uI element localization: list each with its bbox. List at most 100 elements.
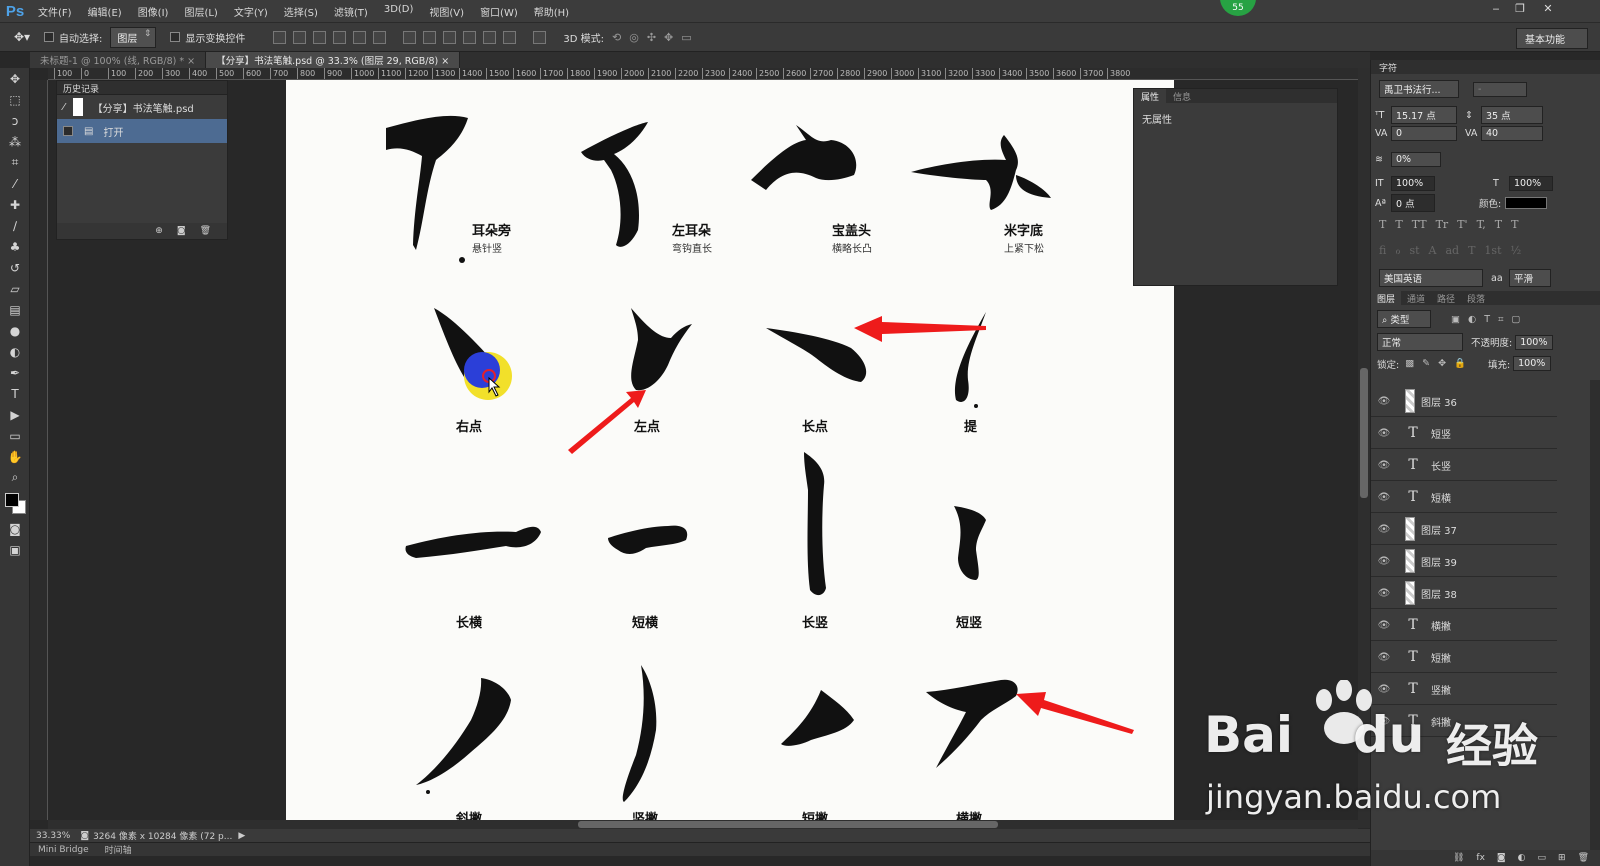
menu-item[interactable]: 窗口(W)	[472, 4, 526, 19]
opentype-contextual-icon[interactable]: ℴ	[1395, 244, 1400, 257]
typo-style-button[interactable]: TT	[1412, 218, 1427, 231]
magic-wand-icon[interactable]: ⁂	[0, 131, 30, 152]
fx-icon[interactable]: fx	[1476, 853, 1485, 863]
visibility-eye-icon[interactable]: 👁	[1371, 524, 1397, 535]
language-dropdown[interactable]: 美国英语	[1379, 269, 1483, 287]
opentype-ordinal-icon[interactable]: T	[1468, 244, 1475, 257]
document-canvas[interactable]: 耳朵旁 悬针竖 左耳朵 弯钩直长 宝盖头 横略长凸 米字底 上紧下松 右点 左点…	[286, 80, 1174, 820]
hand-tool-icon[interactable]: ✋	[0, 446, 30, 467]
auto-select-dropdown[interactable]: 图层	[110, 26, 157, 48]
opacity-field[interactable]: 100%	[1515, 334, 1554, 350]
history-brush-icon[interactable]: ↺	[0, 257, 30, 278]
eyedropper-icon[interactable]: ⁄	[0, 173, 30, 194]
marquee-tool-icon[interactable]: ⬚	[0, 89, 30, 110]
distribute-hcenter-icon[interactable]	[483, 30, 497, 44]
brush-tool-icon[interactable]: ∕	[0, 215, 30, 236]
group-icon[interactable]: ▭	[1538, 853, 1547, 863]
pan-3d-icon[interactable]: ✣	[647, 31, 656, 44]
typo-style-button[interactable]: Tr	[1436, 218, 1449, 231]
layers-scrollbar[interactable]	[1590, 380, 1600, 850]
color-swatches[interactable]	[0, 488, 29, 518]
align-top-icon[interactable]	[273, 30, 287, 44]
tsume-field[interactable]: 0%	[1391, 152, 1441, 167]
leading-field[interactable]: 35 点	[1481, 106, 1543, 124]
vertical-scale-field[interactable]: 100%	[1391, 176, 1435, 191]
layer-row[interactable]: 👁 T 斜撇	[1371, 706, 1557, 737]
visibility-eye-icon[interactable]: 👁	[1371, 460, 1397, 471]
tab-timeline[interactable]: 时间轴	[97, 843, 140, 856]
show-transform-checkbox[interactable]: 显示变换控件	[170, 30, 245, 45]
status-menu-arrow-icon[interactable]: ▶	[232, 831, 251, 841]
typo-style-button[interactable]: T'	[1457, 218, 1467, 231]
tab-mini-bridge[interactable]: Mini Bridge	[30, 845, 97, 855]
menu-item[interactable]: 文件(F)	[30, 4, 80, 19]
tab-properties[interactable]: 属性	[1134, 89, 1167, 103]
menu-item[interactable]: 编辑(E)	[80, 4, 130, 19]
layer-row[interactable]: 👁 T 长竖	[1371, 450, 1557, 481]
layer-row[interactable]: 👁 图层 37	[1371, 514, 1557, 545]
visibility-eye-icon[interactable]: 👁	[1371, 588, 1397, 599]
layer-row[interactable]: 👁 T 短竖	[1371, 418, 1557, 449]
font-style-dropdown[interactable]: -	[1473, 81, 1527, 97]
font-size-field[interactable]: 15.17 点	[1391, 106, 1457, 124]
visibility-eye-icon[interactable]: 👁	[1371, 428, 1397, 439]
typo-style-button[interactable]: T	[1495, 218, 1502, 231]
scale-3d-icon[interactable]: ▭	[681, 31, 691, 44]
visibility-eye-icon[interactable]: 👁	[1371, 556, 1397, 567]
close-icon[interactable]: ×	[441, 56, 449, 67]
antialias-dropdown[interactable]: 平滑	[1509, 269, 1551, 287]
distribute-left-icon[interactable]	[463, 30, 477, 44]
pen-tool-icon[interactable]: ✒	[0, 362, 30, 383]
new-document-icon[interactable]: ⊕	[155, 226, 163, 236]
camera-icon[interactable]: ◙	[177, 226, 186, 236]
menu-item[interactable]: 图像(I)	[130, 4, 177, 19]
foreground-color-swatch[interactable]	[5, 493, 19, 507]
blend-mode-dropdown[interactable]: 正常	[1377, 333, 1463, 351]
layer-row[interactable]: 👁 T 短撇	[1371, 642, 1557, 673]
canvas-horizontal-scrollbar[interactable]	[48, 820, 1358, 829]
status-icon[interactable]: ◙	[76, 831, 93, 841]
zoom-level[interactable]: 33.33%	[30, 831, 76, 841]
shape-tool-icon[interactable]: ▭	[0, 425, 30, 446]
blur-tool-icon[interactable]: ●	[0, 320, 30, 341]
layer-row[interactable]: 👁 T 横撇	[1371, 610, 1557, 641]
menu-item[interactable]: 帮助(H)	[526, 4, 577, 19]
workspace-dropdown[interactable]: 基本功能	[1516, 28, 1588, 49]
align-bottom-icon[interactable]	[313, 30, 327, 44]
menu-item[interactable]: 图层(L)	[176, 4, 225, 19]
restore-icon[interactable]: ❐	[1510, 2, 1530, 15]
fill-field[interactable]: 100%	[1513, 356, 1552, 371]
visibility-eye-icon[interactable]: 👁	[1371, 492, 1397, 503]
tab-calligraphy[interactable]: 【分享】书法笔触.psd @ 33.3% (图层 29, RGB/8) ×	[206, 52, 461, 68]
zoom-tool-icon[interactable]: ⌕	[0, 467, 30, 488]
type-tool-icon[interactable]: T	[0, 383, 30, 404]
visibility-eye-icon[interactable]: 👁	[1371, 652, 1397, 663]
tab-info[interactable]: 信息	[1166, 89, 1198, 103]
trash-icon[interactable]: 🗑	[200, 226, 211, 236]
layer-row[interactable]: 👁 T 竖撇	[1371, 674, 1557, 705]
history-item[interactable]: ▤ 打开	[57, 119, 227, 143]
layers-tab[interactable]: 段落	[1461, 291, 1491, 305]
layer-filter-dropdown[interactable]: ⌕ 类型	[1377, 310, 1431, 328]
history-snapshot[interactable]: ⁄ 【分享】书法笔触.psd	[57, 95, 227, 119]
menu-item[interactable]: 滤镜(T)	[326, 4, 376, 19]
gradient-tool-icon[interactable]: ▤	[0, 299, 30, 320]
align-vcenter-icon[interactable]	[293, 30, 307, 44]
canvas-vertical-scrollbar[interactable]	[1358, 68, 1370, 828]
crop-tool-icon[interactable]: ⌗	[0, 152, 30, 173]
new-layer-icon[interactable]: ⊞	[1558, 853, 1566, 863]
layer-row[interactable]: 👁 图层 39	[1371, 546, 1557, 577]
opentype-swash-icon[interactable]: st	[1409, 244, 1419, 257]
lasso-tool-icon[interactable]: ↄ	[0, 110, 30, 131]
menu-item[interactable]: 选择(S)	[276, 4, 326, 19]
rotate-3d-icon[interactable]: ⟲	[612, 31, 621, 44]
layer-row[interactable]: 👁 图层 38	[1371, 578, 1557, 609]
typo-style-button[interactable]: T	[1511, 218, 1518, 231]
typo-style-button[interactable]: T	[1395, 218, 1402, 231]
screen-mode-icon[interactable]: ▣	[0, 539, 30, 560]
scroll-thumb[interactable]	[578, 821, 998, 828]
tracking-field[interactable]: 40	[1481, 126, 1543, 141]
dodge-tool-icon[interactable]: ◐	[0, 341, 30, 362]
checkbox-icon[interactable]	[63, 126, 73, 136]
layer-row[interactable]: 👁 T 短横	[1371, 482, 1557, 513]
